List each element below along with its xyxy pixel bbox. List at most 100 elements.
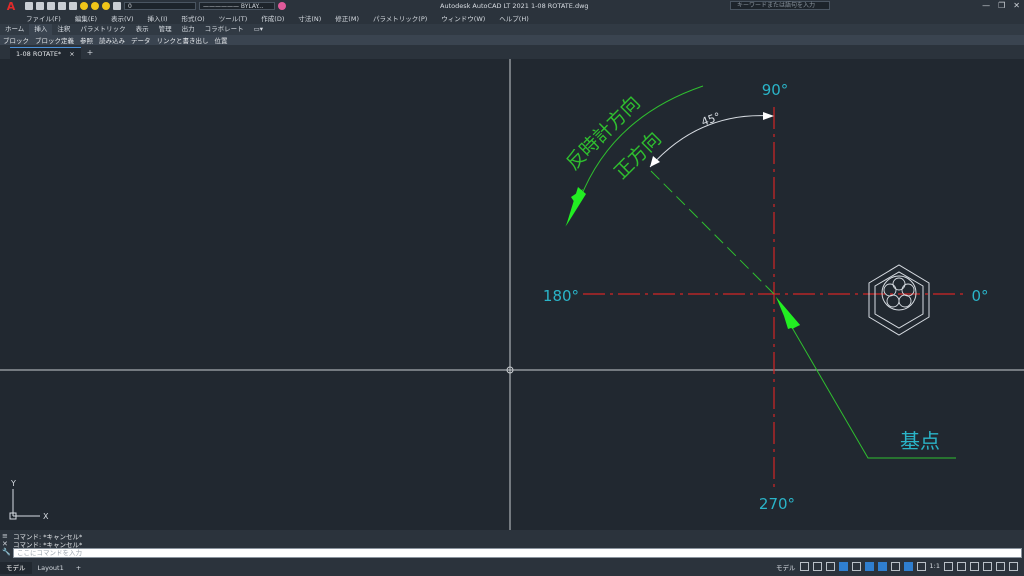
save-as-icon[interactable] [58, 2, 66, 10]
panel-reference[interactable]: 参照 [77, 35, 96, 45]
panel-link-export[interactable]: リンクと書き出し [154, 35, 212, 45]
ribbon-minimize-icon[interactable]: ▭▾ [249, 24, 268, 35]
panel-block[interactable]: ブロック [0, 35, 32, 45]
ccw-arrowhead-body [566, 187, 586, 226]
minimize-button[interactable]: — [982, 1, 990, 10]
command-close-icon[interactable]: ✕ [2, 540, 11, 548]
autocad-window: A 0 —————— BYLAY... Autodesk AutoCAD LT … [0, 0, 1024, 576]
grid-icon[interactable] [799, 562, 809, 571]
positive-direction-label: 正方向 [610, 128, 666, 184]
menu-help[interactable]: ヘルプ(H) [499, 13, 528, 23]
isodraft-icon[interactable] [851, 562, 861, 571]
ribbon-tabs: ホーム 挿入 注釈 パラメトリック 表示 管理 出力 コラボレート ▭▾ [0, 24, 1024, 35]
menu-file[interactable]: ファイル(F) [26, 13, 61, 23]
title-bar: A 0 —————— BYLAY... Autodesk AutoCAD LT … [0, 0, 1024, 13]
tab-manage[interactable]: 管理 [154, 24, 177, 35]
model-space-label[interactable]: モデル [776, 562, 796, 572]
plot-icon[interactable] [69, 2, 77, 10]
angle-90-label: 90° [762, 81, 789, 99]
menu-tools[interactable]: ツール(T) [219, 13, 248, 23]
osnap-tracking-icon[interactable] [864, 562, 874, 571]
command-customize-icon[interactable]: 🔧 [2, 548, 11, 556]
tab-layout1[interactable]: Layout1 [32, 562, 70, 574]
restore-button[interactable]: ❐ [998, 1, 1005, 10]
menu-draw[interactable]: 作成(D) [261, 13, 284, 23]
menu-parametric[interactable]: パラメトリック(P) [373, 13, 427, 23]
tab-output[interactable]: 出力 [177, 24, 200, 35]
base-point-label: 基点 [900, 429, 940, 453]
document-tab[interactable]: 1-08 ROTATE* × [10, 47, 81, 59]
new-file-icon[interactable] [25, 2, 33, 10]
units-icon[interactable] [970, 562, 979, 571]
panel-import[interactable]: 読み込み [96, 35, 128, 45]
panel-data[interactable]: データ [128, 35, 154, 45]
menu-window[interactable]: ウィンドウ(W) [441, 13, 485, 23]
tab-view[interactable]: 表示 [131, 24, 154, 35]
layer-lock-icon[interactable] [102, 2, 110, 10]
panel-location[interactable]: 位置 [212, 35, 231, 45]
command-input[interactable]: ここにコマンドを入力 [13, 548, 1022, 558]
dimension-arrow-right [763, 112, 774, 120]
menu-view[interactable]: 表示(V) [111, 13, 134, 23]
menu-edit[interactable]: 編集(E) [75, 13, 97, 23]
save-icon[interactable] [47, 2, 55, 10]
ortho-icon[interactable] [825, 562, 835, 571]
menu-format[interactable]: 形式(O) [182, 13, 205, 23]
settings-gear-icon[interactable] [944, 562, 953, 571]
osnap-icon[interactable] [877, 562, 887, 571]
menu-bar: ファイル(F) 編集(E) 表示(V) 挿入(I) 形式(O) ツール(T) 作… [0, 12, 1024, 24]
window-title: Autodesk AutoCAD LT 2021 1-08 ROTATE.dwg [440, 2, 589, 10]
layer-color-icon[interactable] [113, 2, 121, 10]
layer-on-icon[interactable] [80, 2, 88, 10]
search-input[interactable]: キーワードまたは語句を入力 [730, 1, 830, 10]
menu-insert[interactable]: 挿入(I) [148, 13, 168, 23]
autocad-logo-icon[interactable]: A [5, 0, 17, 13]
flower-circle [881, 275, 917, 311]
tab-collaborate[interactable]: コラボレート [200, 24, 249, 35]
ucs-y-label: Y [10, 479, 16, 488]
panel-block-definition[interactable]: ブロック定義 [32, 35, 77, 45]
snap-icon[interactable] [812, 562, 822, 571]
autoscale-icon[interactable] [916, 562, 926, 571]
color-wheel-icon[interactable] [278, 2, 286, 10]
angle-180-label: 180° [543, 287, 579, 305]
close-button[interactable]: ✕ [1013, 1, 1020, 10]
tab-home[interactable]: ホーム [0, 24, 29, 35]
new-layout-icon[interactable]: + [70, 562, 87, 574]
layer-freeze-icon[interactable] [91, 2, 99, 10]
tab-parametric[interactable]: パラメトリック [75, 24, 130, 35]
tab-insert[interactable]: 挿入 [29, 24, 53, 35]
document-tabs: 1-08 ROTATE* × + [0, 45, 1024, 59]
command-window-controls: ≡ ✕ 🔧 [2, 532, 11, 556]
command-grip-icon[interactable]: ≡ [2, 532, 11, 540]
layer-combo[interactable]: 0 [124, 2, 196, 10]
command-window: ≡ ✕ 🔧 コマンド: *キャンセル* コマンド: *キャンセル* ここにコマン… [0, 530, 1024, 559]
quick-access-toolbar: 0 —————— BYLAY... [25, 2, 286, 10]
quick-properties-icon[interactable] [983, 562, 992, 571]
customize-menu-icon[interactable] [1009, 562, 1018, 571]
window-controls: — ❐ ✕ [982, 1, 1020, 10]
ribbon-panels: ブロック ブロック定義 参照 読み込み データ リンクと書き出し 位置 [0, 35, 1024, 45]
open-file-icon[interactable] [36, 2, 44, 10]
close-tab-icon[interactable]: × [69, 50, 74, 58]
menu-dimension[interactable]: 寸法(N) [298, 13, 321, 23]
plus-icon[interactable] [957, 562, 966, 571]
polar-icon[interactable] [838, 562, 848, 571]
annotation-scale[interactable]: 1:1 [930, 562, 940, 572]
annotation-visibility-icon[interactable] [903, 562, 913, 571]
tab-model[interactable]: モデル [0, 561, 32, 574]
plum-blossom-icon [883, 277, 915, 308]
tab-annotate[interactable]: 注釈 [52, 24, 75, 35]
lineweight-icon[interactable] [890, 562, 900, 571]
angle-45-label: 45° [700, 110, 723, 129]
angle-0-label: 0° [971, 287, 988, 305]
linetype-combo[interactable]: —————— BYLAY... [199, 2, 275, 10]
status-bar: モデル Layout1 + モデル 1:1 [0, 559, 1024, 576]
menu-modify[interactable]: 修正(M) [335, 13, 359, 23]
new-tab-icon[interactable]: + [87, 47, 94, 59]
document-tab-label: 1-08 ROTATE* [16, 49, 62, 58]
angle-270-label: 270° [759, 495, 795, 513]
drawing-canvas[interactable]: 90° 180° 0° 270° 45° 反時計方向 正方向 基点 Y X [0, 59, 1024, 530]
drawing-svg: 90° 180° 0° 270° 45° 反時計方向 正方向 基点 Y X [0, 59, 1024, 530]
clean-screen-icon[interactable] [996, 562, 1005, 571]
